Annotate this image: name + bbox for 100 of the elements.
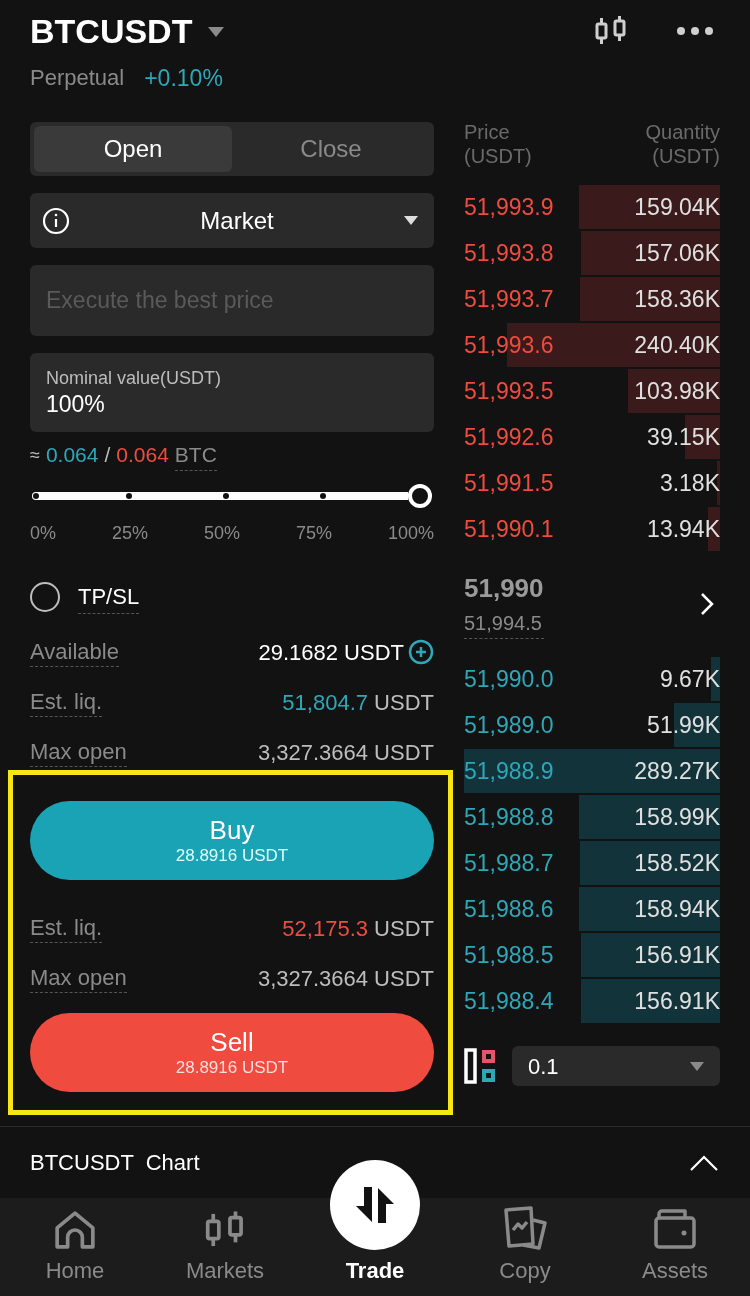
column-heading: Price bbox=[464, 120, 511, 144]
price-cell-text: 51,993.6 bbox=[464, 330, 554, 360]
symbol-title[interactable]: BTCUSDT bbox=[30, 6, 193, 57]
price-cell-text: 51,993.9 bbox=[464, 192, 554, 222]
price-cell-text: 51,988.7 bbox=[464, 848, 554, 878]
ask-row[interactable]: 51,993.5 103.98K bbox=[464, 368, 720, 414]
price-cell-text: 51,993.5 bbox=[464, 376, 554, 406]
bid-row[interactable]: 51,990.0 9.67K bbox=[464, 656, 720, 702]
quantity-cell-text: 289.27K bbox=[634, 756, 720, 786]
slider-tick bbox=[320, 493, 326, 499]
mark-price: 51,994.5 bbox=[464, 608, 544, 639]
slider-label: 100% bbox=[387, 522, 434, 545]
tpsl-checkbox[interactable] bbox=[30, 582, 60, 612]
slider-tick bbox=[126, 493, 132, 499]
slider-label: 25% bbox=[111, 522, 148, 545]
column-unit: (USDT) bbox=[652, 144, 720, 168]
sell-button[interactable]: Sell 28.8916 USDT bbox=[30, 1013, 434, 1092]
chevron-right-icon[interactable] bbox=[700, 592, 714, 616]
info-label: Est. liq. bbox=[30, 913, 103, 943]
chart-bar-title[interactable]: BTCUSDT Chart bbox=[30, 1146, 200, 1179]
quantity-cell-text: 158.52K bbox=[634, 848, 720, 878]
last-price: 51,990 bbox=[464, 572, 544, 605]
column-heading: Quantity bbox=[645, 120, 720, 144]
cards-icon bbox=[501, 1206, 549, 1250]
sell-quantity: 0.064 bbox=[116, 442, 169, 469]
nav-item[interactable]: Copy bbox=[450, 1198, 600, 1296]
price-cell-text: 51,988.4 bbox=[464, 986, 554, 1016]
chevron-up-icon[interactable] bbox=[690, 1154, 718, 1171]
info-value: 51,804.7 USDT bbox=[282, 688, 434, 717]
price-cell-text: 51,990.0 bbox=[464, 664, 554, 694]
info-label: Max open bbox=[30, 737, 127, 767]
quantity-cell-text: 158.36K bbox=[634, 284, 720, 314]
caret-icon bbox=[690, 1061, 704, 1071]
nav-item[interactable]: Trade bbox=[330, 1160, 420, 1296]
price-cell-text: 51,993.8 bbox=[464, 238, 554, 268]
nav-item[interactable]: Home bbox=[0, 1198, 150, 1296]
order-tab[interactable]: Open bbox=[34, 126, 232, 172]
price-cell-text: 51,990.1 bbox=[464, 514, 554, 544]
ask-row[interactable]: 51,991.5 3.18K bbox=[464, 460, 720, 506]
info-value: 52,175.3 USDT bbox=[282, 914, 434, 943]
precision-select[interactable]: 0.1 bbox=[512, 1046, 720, 1086]
price-cell-text: 51,988.9 bbox=[464, 756, 554, 786]
info-value: 3,327.3664 USDT bbox=[257, 964, 434, 993]
quantity-cell-text: 157.06K bbox=[634, 238, 720, 268]
order-tab[interactable]: Close bbox=[232, 126, 430, 172]
quantity-cell-text: 156.91K bbox=[634, 940, 720, 970]
nominal-field[interactable]: Nominal value(USDT) 100% bbox=[30, 353, 434, 432]
price-change: +0.10% bbox=[144, 64, 223, 93]
price-cell-text: 51,989.0 bbox=[464, 710, 554, 740]
bid-row[interactable]: 51,988.9 289.27K bbox=[464, 748, 720, 794]
info-label: Est. liq. bbox=[30, 687, 103, 717]
field-value: 100% bbox=[46, 390, 106, 419]
home-icon bbox=[54, 1210, 96, 1250]
separator: / bbox=[104, 442, 111, 469]
add-icon[interactable] bbox=[408, 639, 434, 665]
slider[interactable] bbox=[32, 484, 432, 508]
price-cell-text: 51,988.5 bbox=[464, 940, 554, 970]
info-value: 29.1682 USDT bbox=[258, 638, 404, 667]
ask-row[interactable]: 51,992.6 39.15K bbox=[464, 414, 720, 460]
quantity-cell-text: 13.94K bbox=[647, 514, 720, 544]
nav-item[interactable]: Assets bbox=[600, 1198, 750, 1296]
caret-icon[interactable] bbox=[208, 26, 225, 37]
wallet-icon bbox=[653, 1208, 697, 1250]
slider-tick bbox=[223, 493, 229, 499]
approx-sign: ≈ bbox=[30, 443, 40, 467]
slider-label: 50% bbox=[203, 522, 240, 545]
price-cell-text: 51,993.7 bbox=[464, 284, 554, 314]
unit-label: BTC bbox=[174, 438, 217, 472]
ask-row[interactable]: 51,990.1 13.94K bbox=[464, 506, 720, 552]
bid-row[interactable]: 51,989.0 51.99K bbox=[464, 702, 720, 748]
quantity-cell-text: 159.04K bbox=[634, 192, 720, 222]
slider-label: 0% bbox=[30, 522, 56, 545]
quantity-cell-text: 103.98K bbox=[634, 376, 720, 406]
contract-type: Perpetual bbox=[30, 64, 125, 92]
price-cell-text: 51,988.6 bbox=[464, 894, 554, 924]
nav-item[interactable]: Markets bbox=[150, 1198, 300, 1296]
price-cell-text: 51,991.5 bbox=[464, 468, 554, 498]
quantity-cell-text: 9.67K bbox=[659, 664, 720, 694]
info-icon[interactable] bbox=[42, 206, 70, 235]
quantity-cell-text: 51.99K bbox=[647, 710, 720, 740]
order-type-select[interactable]: Market bbox=[30, 193, 434, 248]
slider-thumb[interactable] bbox=[408, 484, 432, 508]
quantity-cell-text: 158.94K bbox=[634, 894, 720, 924]
book-layout-icon[interactable] bbox=[464, 1048, 498, 1084]
column-unit: (USDT) bbox=[464, 144, 532, 168]
more-icon[interactable] bbox=[676, 26, 714, 36]
tpsl-label[interactable]: TP/SL bbox=[78, 580, 140, 614]
price-cell-text: 51,992.6 bbox=[464, 422, 554, 452]
field-label: Nominal value(USDT) bbox=[46, 367, 223, 389]
info-label: Max open bbox=[30, 963, 127, 993]
slider-tick bbox=[33, 493, 39, 499]
quantity-cell-text: 39.15K bbox=[647, 422, 720, 452]
price-cell-text: 51,988.8 bbox=[464, 802, 554, 832]
caret-icon bbox=[404, 216, 418, 225]
quantity-cell-text: 3.18K bbox=[659, 468, 720, 498]
info-value: 3,327.3664 USDT bbox=[257, 738, 434, 767]
buy-quantity: 0.064 bbox=[45, 442, 99, 469]
info-label: Available bbox=[30, 637, 119, 667]
quantity-cell-text: 240.40K bbox=[634, 330, 720, 360]
quantity-cell-text: 158.99K bbox=[634, 802, 720, 832]
